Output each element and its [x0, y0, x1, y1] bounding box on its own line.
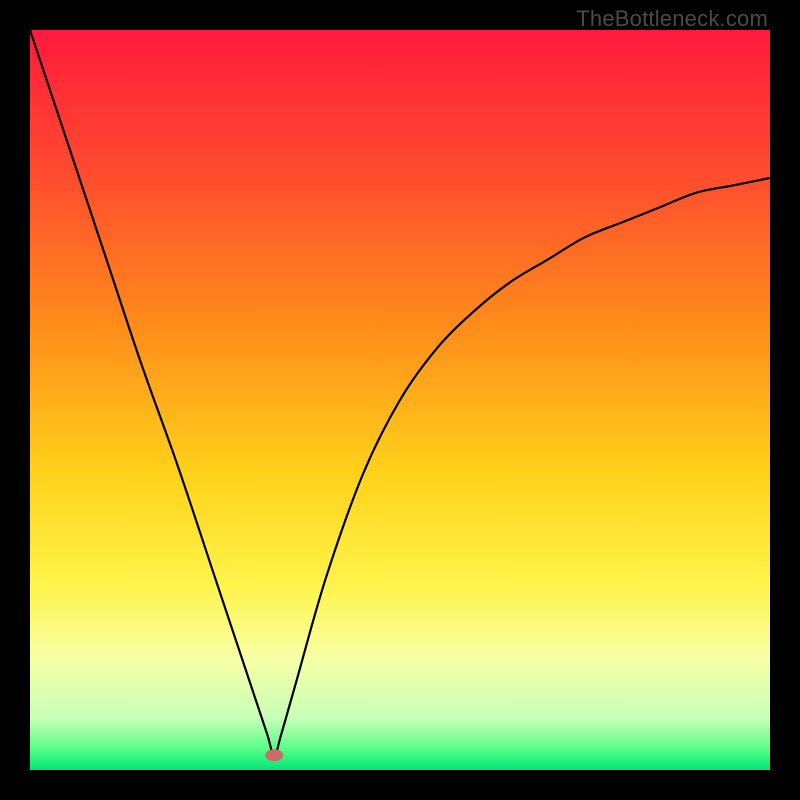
bottleneck-curve — [30, 30, 770, 770]
plot-area — [30, 30, 770, 770]
minimum-marker — [265, 749, 283, 761]
chart-frame: TheBottleneck.com — [0, 0, 800, 800]
watermark-text: TheBottleneck.com — [576, 6, 768, 32]
